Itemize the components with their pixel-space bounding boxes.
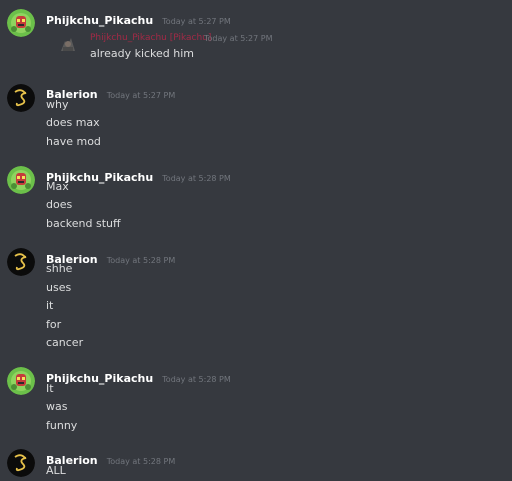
timestamp: Today at 5:28 PM <box>106 457 176 466</box>
quoted-message-author[interactable]: Phijkchu_Pikachu [Pikachu] <box>90 33 211 43</box>
message-line: Max <box>46 180 69 193</box>
pikachu-avatar[interactable] <box>7 166 35 194</box>
timestamp: Today at 5:27 PM <box>106 91 176 100</box>
message-line: funny <box>46 419 78 432</box>
quoted-message-avatar <box>57 33 79 55</box>
message-line: ALL <box>46 464 66 477</box>
message-line: shhe <box>46 262 73 275</box>
dragon-avatar[interactable] <box>7 449 35 477</box>
message-line: cancer <box>46 336 84 349</box>
message-header: Phijkchu_Pikachu Today at 5:28 PM <box>46 166 231 184</box>
message-line: backend stuff <box>46 217 121 230</box>
username[interactable]: Phijkchu_Pikachu <box>46 372 153 385</box>
message-line: have mod <box>46 135 101 148</box>
message-group: Phijkchu_Pikachu Today at 5:27 PM Phijkc… <box>0 0 512 70</box>
message-header: Phijkchu_Pikachu Today at 5:27 PM <box>46 9 231 27</box>
pikachu-avatar[interactable] <box>7 367 35 395</box>
message-line: for <box>46 318 62 331</box>
message-group: Balerion Today at 5:28 PM ALL <box>0 449 512 481</box>
message-header: Phijkchu_Pikachu Today at 5:28 PM <box>46 367 231 385</box>
username[interactable]: Phijkchu_Pikachu <box>46 14 153 27</box>
message-line: does max <box>46 116 100 129</box>
timestamp: Today at 5:27 PM <box>162 17 231 26</box>
message-group: Phijkchu_Pikachu Today at 5:28 PM It was… <box>0 367 512 437</box>
message-header: Balerion Today at 5:27 PM <box>46 83 176 101</box>
message-group: Balerion Today at 5:27 PM why does max h… <box>0 84 512 154</box>
timestamp: Today at 5:28 PM <box>162 375 231 384</box>
dragon-avatar[interactable] <box>7 84 35 112</box>
message-line: does <box>46 198 73 211</box>
quoted-message-timestamp: Today at 5:27 PM <box>204 34 273 43</box>
message-line: why <box>46 98 69 111</box>
message-line: it <box>46 299 54 312</box>
timestamp: Today at 5:28 PM <box>162 174 231 183</box>
message-line: uses <box>46 281 72 294</box>
timestamp: Today at 5:28 PM <box>106 256 176 265</box>
chat-message-list: Phijkchu_Pikachu Today at 5:27 PM Phijkc… <box>0 0 512 481</box>
message-group: Phijkchu_Pikachu Today at 5:28 PM Max do… <box>0 166 512 236</box>
message-line: It <box>46 382 54 395</box>
pikachu-avatar[interactable] <box>7 9 35 37</box>
message-header: Balerion Today at 5:28 PM <box>46 449 176 467</box>
message-line: was <box>46 400 68 413</box>
dragon-avatar[interactable] <box>7 248 35 276</box>
message-group: Balerion Today at 5:28 PM shhe uses it f… <box>0 248 512 352</box>
quoted-message-text: already kicked him <box>90 47 195 60</box>
